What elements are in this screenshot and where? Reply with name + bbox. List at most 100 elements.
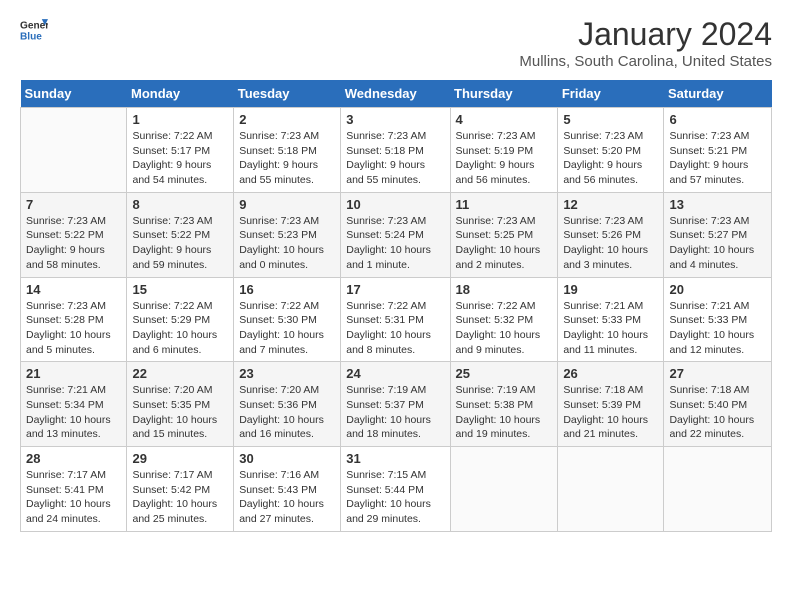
day-number: 30	[239, 451, 335, 466]
calendar-body: 1Sunrise: 7:22 AMSunset: 5:17 PMDaylight…	[21, 108, 772, 532]
day-cell	[21, 108, 127, 193]
week-row-2: 7 Sunrise: 7:23 AMSunset: 5:22 PMDaylight…	[21, 192, 772, 277]
day-info: Sunrise: 7:23 AMSunset: 5:20 PMDaylight:…	[563, 129, 658, 188]
day-cell: 26 Sunrise: 7:18 AMSunset: 5:39 PMDayligh…	[558, 362, 664, 447]
day-cell: 16Sunrise: 7:22 AMSunset: 5:30 PMDayligh…	[234, 277, 341, 362]
day-number: 14	[26, 282, 121, 297]
day-cell: 24 Sunrise: 7:19 AMSunset: 5:37 PMDayligh…	[341, 362, 450, 447]
day-header-saturday: Saturday	[664, 80, 772, 108]
day-cell: 6 Sunrise: 7:23 AMSunset: 5:21 PMDaylight…	[664, 108, 772, 193]
day-cell: 14 Sunrise: 7:23 AMSunset: 5:28 PMDayligh…	[21, 277, 127, 362]
day-number: 2	[239, 112, 335, 127]
week-row-3: 14 Sunrise: 7:23 AMSunset: 5:28 PMDayligh…	[21, 277, 772, 362]
day-info: Sunrise: 7:23 AMSunset: 5:22 PMDaylight:…	[132, 214, 228, 273]
day-number: 18	[456, 282, 553, 297]
day-info: Sunrise: 7:23 AMSunset: 5:22 PMDaylight:…	[26, 214, 121, 273]
day-info: Sunrise: 7:22 AMSunset: 5:29 PMDaylight:…	[132, 299, 228, 358]
day-cell: 30Sunrise: 7:16 AMSunset: 5:43 PMDayligh…	[234, 447, 341, 532]
day-header-sunday: Sunday	[21, 80, 127, 108]
day-number: 27	[669, 366, 766, 381]
day-info: Sunrise: 7:22 AMSunset: 5:31 PMDaylight:…	[346, 299, 444, 358]
day-info: Sunrise: 7:23 AMSunset: 5:28 PMDaylight:…	[26, 299, 121, 358]
day-number: 21	[26, 366, 121, 381]
day-cell: 7 Sunrise: 7:23 AMSunset: 5:22 PMDaylight…	[21, 192, 127, 277]
day-header-monday: Monday	[127, 80, 234, 108]
day-number: 12	[563, 197, 658, 212]
day-info: Sunrise: 7:21 AMSunset: 5:34 PMDaylight:…	[26, 383, 121, 442]
day-cell: 27 Sunrise: 7:18 AMSunset: 5:40 PMDayligh…	[664, 362, 772, 447]
day-cell: 8 Sunrise: 7:23 AMSunset: 5:22 PMDaylight…	[127, 192, 234, 277]
calendar-table: SundayMondayTuesdayWednesdayThursdayFrid…	[20, 80, 772, 532]
day-info: Sunrise: 7:19 AMSunset: 5:38 PMDaylight:…	[456, 383, 553, 442]
day-info: Sunrise: 7:19 AMSunset: 5:37 PMDaylight:…	[346, 383, 444, 442]
header-row: SundayMondayTuesdayWednesdayThursdayFrid…	[21, 80, 772, 108]
day-number: 16	[239, 282, 335, 297]
day-cell: 13 Sunrise: 7:23 AMSunset: 5:27 PMDayligh…	[664, 192, 772, 277]
day-info: Sunrise: 7:20 AMSunset: 5:36 PMDaylight:…	[239, 383, 335, 442]
day-number: 6	[669, 112, 766, 127]
title-block: January 2024 Mullins, South Carolina, Un…	[519, 16, 772, 70]
day-number: 9	[239, 197, 335, 212]
day-number: 24	[346, 366, 444, 381]
day-cell	[664, 447, 772, 532]
day-info: Sunrise: 7:22 AMSunset: 5:17 PMDaylight:…	[132, 129, 228, 188]
week-row-4: 21 Sunrise: 7:21 AMSunset: 5:34 PMDayligh…	[21, 362, 772, 447]
day-cell: 11 Sunrise: 7:23 AMSunset: 5:25 PMDayligh…	[450, 192, 558, 277]
day-header-thursday: Thursday	[450, 80, 558, 108]
day-number: 19	[563, 282, 658, 297]
day-number: 13	[669, 197, 766, 212]
day-info: Sunrise: 7:18 AMSunset: 5:39 PMDaylight:…	[563, 383, 658, 442]
day-info: Sunrise: 7:21 AMSunset: 5:33 PMDaylight:…	[563, 299, 658, 358]
day-cell: 3 Sunrise: 7:23 AMSunset: 5:18 PMDaylight…	[341, 108, 450, 193]
day-number: 29	[132, 451, 228, 466]
svg-text:Blue: Blue	[20, 31, 42, 42]
day-number: 3	[346, 112, 444, 127]
day-number: 5	[563, 112, 658, 127]
day-info: Sunrise: 7:23 AMSunset: 5:21 PMDaylight:…	[669, 129, 766, 188]
logo: General Blue	[20, 16, 48, 44]
day-cell: 20 Sunrise: 7:21 AMSunset: 5:33 PMDayligh…	[664, 277, 772, 362]
day-cell: 29Sunrise: 7:17 AMSunset: 5:42 PMDayligh…	[127, 447, 234, 532]
day-cell: 22Sunrise: 7:20 AMSunset: 5:35 PMDayligh…	[127, 362, 234, 447]
day-cell: 19 Sunrise: 7:21 AMSunset: 5:33 PMDayligh…	[558, 277, 664, 362]
day-info: Sunrise: 7:23 AMSunset: 5:26 PMDaylight:…	[563, 214, 658, 273]
day-info: Sunrise: 7:23 AMSunset: 5:18 PMDaylight:…	[239, 129, 335, 188]
day-info: Sunrise: 7:23 AMSunset: 5:27 PMDaylight:…	[669, 214, 766, 273]
day-number: 20	[669, 282, 766, 297]
day-cell: 10 Sunrise: 7:23 AMSunset: 5:24 PMDayligh…	[341, 192, 450, 277]
day-number: 26	[563, 366, 658, 381]
day-cell: 25 Sunrise: 7:19 AMSunset: 5:38 PMDayligh…	[450, 362, 558, 447]
day-number: 17	[346, 282, 444, 297]
day-cell: 31Sunrise: 7:15 AMSunset: 5:44 PMDayligh…	[341, 447, 450, 532]
day-info: Sunrise: 7:20 AMSunset: 5:35 PMDaylight:…	[132, 383, 228, 442]
page-header: General Blue January 2024 Mullins, South…	[20, 16, 772, 70]
day-header-wednesday: Wednesday	[341, 80, 450, 108]
day-number: 7	[26, 197, 121, 212]
calendar-header: SundayMondayTuesdayWednesdayThursdayFrid…	[21, 80, 772, 108]
day-cell: 1Sunrise: 7:22 AMSunset: 5:17 PMDaylight…	[127, 108, 234, 193]
day-number: 15	[132, 282, 228, 297]
day-info: Sunrise: 7:23 AMSunset: 5:23 PMDaylight:…	[239, 214, 335, 273]
week-row-1: 1Sunrise: 7:22 AMSunset: 5:17 PMDaylight…	[21, 108, 772, 193]
day-header-friday: Friday	[558, 80, 664, 108]
day-cell: 21 Sunrise: 7:21 AMSunset: 5:34 PMDayligh…	[21, 362, 127, 447]
day-header-tuesday: Tuesday	[234, 80, 341, 108]
day-cell	[558, 447, 664, 532]
day-cell: 4Sunrise: 7:23 AMSunset: 5:19 PMDaylight…	[450, 108, 558, 193]
day-number: 25	[456, 366, 553, 381]
day-info: Sunrise: 7:23 AMSunset: 5:24 PMDaylight:…	[346, 214, 444, 273]
page-subtitle: Mullins, South Carolina, United States	[519, 53, 772, 70]
day-cell: 12 Sunrise: 7:23 AMSunset: 5:26 PMDayligh…	[558, 192, 664, 277]
day-cell: 28Sunrise: 7:17 AMSunset: 5:41 PMDayligh…	[21, 447, 127, 532]
week-row-5: 28Sunrise: 7:17 AMSunset: 5:41 PMDayligh…	[21, 447, 772, 532]
day-cell: 23Sunrise: 7:20 AMSunset: 5:36 PMDayligh…	[234, 362, 341, 447]
day-info: Sunrise: 7:21 AMSunset: 5:33 PMDaylight:…	[669, 299, 766, 358]
day-number: 8	[132, 197, 228, 212]
day-info: Sunrise: 7:22 AMSunset: 5:32 PMDaylight:…	[456, 299, 553, 358]
day-info: Sunrise: 7:23 AMSunset: 5:25 PMDaylight:…	[456, 214, 553, 273]
day-cell: 15 Sunrise: 7:22 AMSunset: 5:29 PMDayligh…	[127, 277, 234, 362]
day-number: 11	[456, 197, 553, 212]
day-number: 10	[346, 197, 444, 212]
day-info: Sunrise: 7:23 AMSunset: 5:18 PMDaylight:…	[346, 129, 444, 188]
day-info: Sunrise: 7:18 AMSunset: 5:40 PMDaylight:…	[669, 383, 766, 442]
